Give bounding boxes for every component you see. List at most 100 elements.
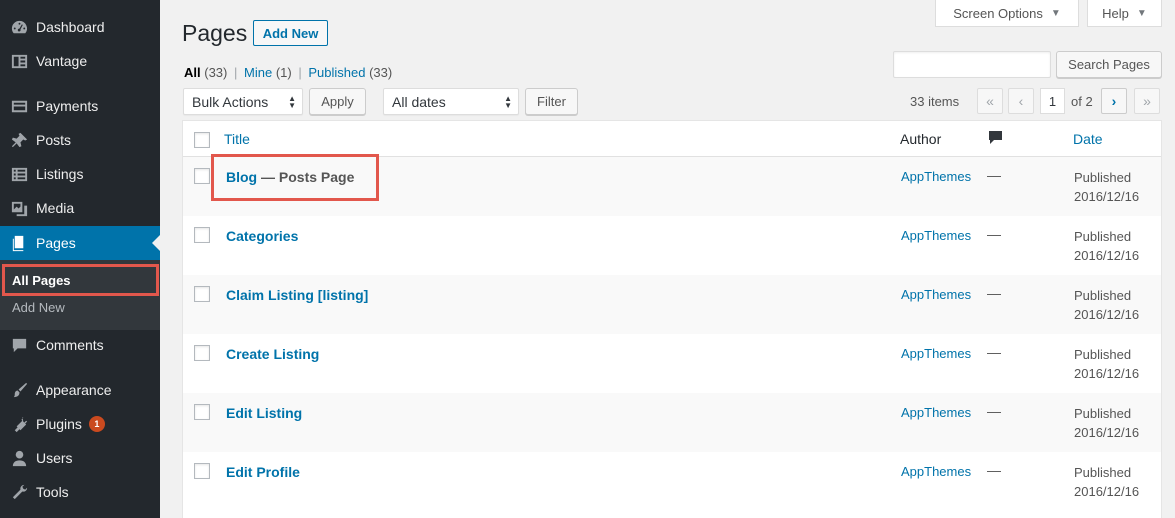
author-link[interactable]: AppThemes — [901, 169, 971, 184]
next-page-button[interactable]: › — [1101, 88, 1127, 114]
menu-label: Posts — [36, 132, 72, 148]
view-published[interactable]: Published — [308, 65, 365, 80]
row-checkbox[interactable] — [194, 286, 210, 302]
total-pages: of 2 — [1071, 94, 1093, 109]
prev-page-button[interactable]: ‹ — [1008, 88, 1034, 114]
menu-label: Listings — [36, 166, 84, 182]
comment-count: — — [987, 462, 1001, 478]
view-mine[interactable]: Mine — [244, 65, 272, 80]
vantage-icon — [0, 52, 36, 71]
add-new-button[interactable]: Add New — [253, 20, 328, 46]
status: Published — [1074, 347, 1132, 362]
comment-count: — — [987, 226, 1001, 242]
page-title-link[interactable]: Claim Listing [listing] — [226, 287, 368, 303]
status: Published — [1074, 465, 1132, 480]
row-checkbox[interactable] — [194, 404, 210, 420]
search-input[interactable] — [893, 51, 1051, 78]
row-checkbox[interactable] — [194, 345, 210, 361]
menu-tools[interactable]: Tools — [0, 475, 160, 509]
menu-label: Dashboard — [36, 19, 105, 35]
first-page-button[interactable]: « — [977, 88, 1003, 114]
bulk-actions-value: Bulk Actions — [192, 93, 269, 110]
page-title-link[interactable]: Edit Listing — [226, 405, 302, 421]
screen-options-label: Screen Options — [953, 5, 1043, 21]
search-pages-button[interactable]: Search Pages — [1056, 51, 1162, 78]
highlight-box — [211, 154, 379, 201]
menu-payments[interactable]: Payments — [0, 89, 160, 123]
column-comments[interactable] — [988, 130, 1003, 149]
menu-plugins[interactable]: Plugins 1 — [0, 407, 160, 441]
menu-comments[interactable]: Comments — [0, 328, 160, 362]
table-row: Edit Profile AppThemes — Published 2016/1… — [183, 452, 1161, 511]
caret-down-icon: ▼ — [1136, 7, 1147, 19]
date: 2016/12/16 — [1074, 307, 1140, 322]
last-page-button[interactable]: » — [1134, 88, 1160, 114]
menu-label: Users — [36, 450, 73, 466]
row-title: Create Listing — [226, 346, 319, 362]
menu-appearance[interactable]: Appearance — [0, 373, 160, 407]
payments-icon — [0, 97, 36, 116]
pages-icon — [0, 234, 36, 253]
help-button[interactable]: Help ▼ — [1087, 0, 1162, 27]
menu-media[interactable]: Media — [0, 191, 160, 225]
comment-count: — — [987, 344, 1001, 360]
author-link[interactable]: AppThemes — [901, 228, 971, 243]
dashboard-icon — [0, 18, 36, 37]
user-icon — [0, 449, 36, 468]
comment-icon — [0, 336, 36, 355]
row-checkbox[interactable] — [194, 463, 210, 479]
row-checkbox[interactable] — [194, 168, 210, 184]
author-link[interactable]: AppThemes — [901, 405, 971, 420]
date-cell: Published 2016/12/16 — [1074, 168, 1139, 206]
table-row: Claim Listing [listing] AppThemes — Publ… — [183, 275, 1161, 334]
menu-label: Appearance — [36, 382, 112, 398]
separator: | — [298, 65, 302, 80]
date: 2016/12/16 — [1074, 248, 1140, 263]
comment-count: — — [987, 285, 1001, 301]
menu-label: Pages — [36, 235, 76, 251]
page-title-link[interactable]: Edit Profile — [226, 464, 300, 480]
status: Published — [1074, 170, 1132, 185]
table-header: Title Author Date — [183, 121, 1161, 157]
filter-button[interactable]: Filter — [525, 88, 578, 115]
menu-label: Vantage — [36, 53, 88, 69]
view-all[interactable]: All — [184, 65, 201, 80]
author-link[interactable]: AppThemes — [901, 464, 971, 479]
menu-listings[interactable]: Listings — [0, 157, 160, 191]
table-row: Edit Listing AppThemes — Published 2016/1… — [183, 393, 1161, 452]
select-arrows-icon: ▲ ▼ — [288, 93, 296, 110]
view-mine-count: (1) — [275, 65, 292, 80]
menu-label: Media — [36, 200, 75, 216]
help-label: Help — [1102, 5, 1129, 21]
menu-dashboard[interactable]: Dashboard — [0, 10, 160, 44]
plug-icon — [0, 415, 36, 434]
menu-posts[interactable]: Posts — [0, 123, 160, 157]
menu-users[interactable]: Users — [0, 441, 160, 475]
listings-icon — [0, 165, 36, 184]
menu-pages[interactable]: Pages — [0, 226, 160, 260]
author-link[interactable]: AppThemes — [901, 287, 971, 302]
row-checkbox[interactable] — [194, 227, 210, 243]
page-title: Pages — [182, 20, 248, 46]
menu-label: Tools — [36, 484, 69, 500]
date-filter-select[interactable]: All dates ▲ ▼ — [383, 88, 519, 115]
page-title-link[interactable]: Create Listing — [226, 346, 319, 362]
column-title[interactable]: Title — [224, 131, 250, 147]
view-published-count: (33) — [369, 65, 393, 80]
submenu-add-new[interactable]: Add New — [12, 300, 65, 315]
view-all-count: (33) — [204, 65, 228, 80]
apply-button[interactable]: Apply — [309, 88, 366, 115]
caret-down-icon: ▼ — [1050, 7, 1061, 19]
current-page-input[interactable]: 1 — [1040, 88, 1065, 114]
author-link[interactable]: AppThemes — [901, 346, 971, 361]
screen-options-button[interactable]: Screen Options ▼ — [935, 0, 1079, 27]
view-filters: All (33) | Mine (1) | Published (33) — [184, 65, 392, 80]
column-date[interactable]: Date — [1073, 131, 1103, 147]
menu-vantage[interactable]: Vantage — [0, 44, 160, 78]
menu-label: Payments — [36, 98, 99, 114]
bulk-actions-select[interactable]: Bulk Actions ▲ ▼ — [183, 88, 303, 115]
select-all-checkbox[interactable] — [194, 132, 210, 148]
page-title-link[interactable]: Categories — [226, 228, 298, 244]
comment-count: — — [987, 167, 1001, 183]
comment-bubble-icon — [989, 131, 1002, 144]
